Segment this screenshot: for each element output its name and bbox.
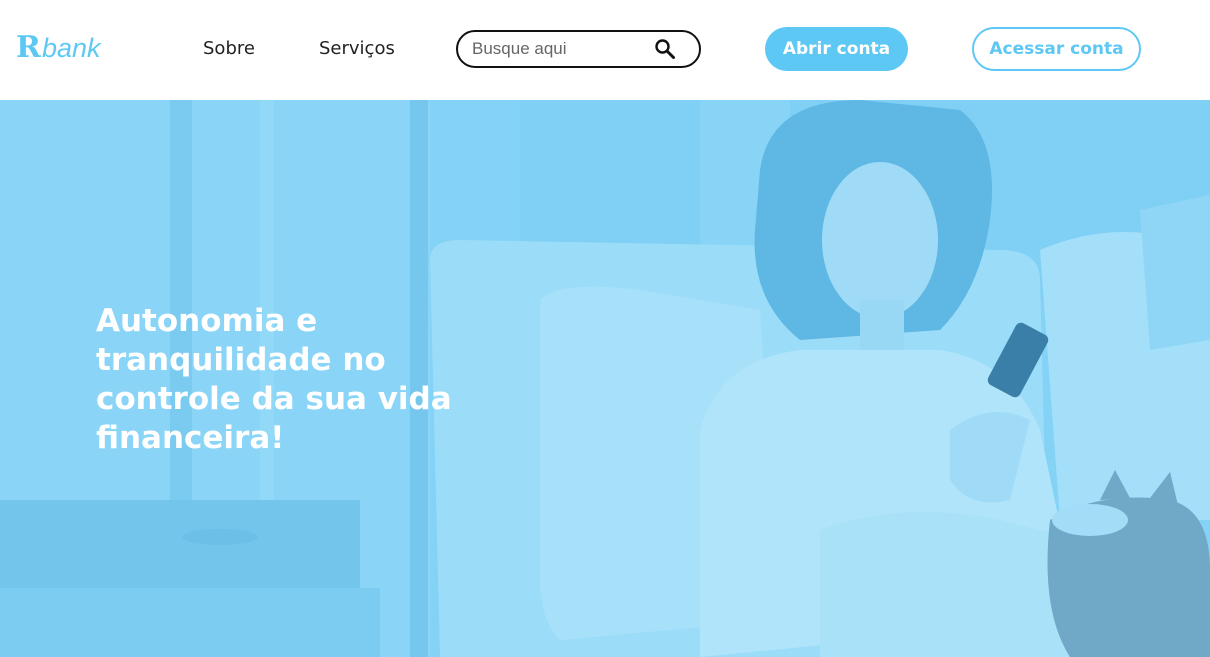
hero-banner: Autonomia e tranquilidade no controle da… (0, 100, 1210, 657)
logo-word: bank (41, 33, 101, 63)
search-input[interactable] (472, 36, 642, 62)
access-account-button[interactable]: Acessar conta (972, 27, 1141, 71)
search-box (456, 30, 701, 68)
logo-mark: R (16, 30, 41, 65)
nav-link-sobre[interactable]: Sobre (203, 37, 255, 61)
logo[interactable]: R bank (16, 30, 101, 66)
search-icon[interactable] (654, 38, 676, 60)
hero-title: Autonomia e tranquilidade no controle da… (96, 303, 452, 456)
open-account-button[interactable]: Abrir conta (765, 27, 908, 71)
top-navbar: R bank Sobre Serviços Abrir conta Acessa… (0, 0, 1210, 100)
nav-link-servicos[interactable]: Serviços (319, 37, 395, 61)
